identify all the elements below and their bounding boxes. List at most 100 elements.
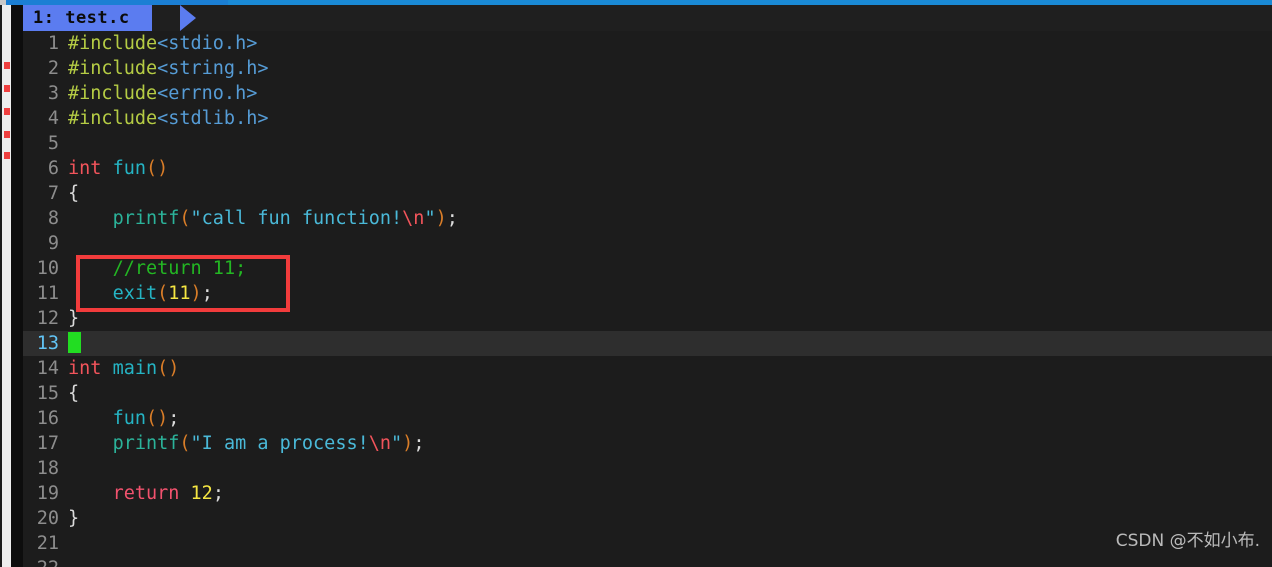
code-text: return 12; — [68, 483, 224, 504]
token: " — [424, 208, 436, 229]
line-number: 16 — [36, 408, 59, 429]
code-line-16[interactable]: 16 fun(); — [23, 406, 1272, 431]
line-number: 11 — [36, 283, 59, 304]
token: ; — [212, 483, 224, 504]
line-number: 20 — [36, 508, 59, 529]
change-marker[interactable] — [4, 108, 10, 115]
token: fun — [112, 158, 146, 179]
code-text: printf("I am a process!\n"); — [68, 433, 425, 454]
token: printf — [112, 433, 180, 454]
token: 12 — [190, 483, 213, 504]
token: ( — [179, 208, 191, 229]
code-text: } — [68, 308, 79, 329]
change-marker-strip[interactable] — [2, 5, 11, 567]
code-line-6[interactable]: 6 int fun() — [23, 156, 1272, 181]
code-line-2[interactable]: 2 #include<string.h> — [23, 56, 1272, 81]
code-text: { — [68, 383, 79, 404]
token: \n — [368, 433, 392, 454]
code-text: #include<string.h> — [68, 58, 269, 79]
code-line-18[interactable]: 18 — [23, 456, 1272, 481]
token: ) — [435, 208, 447, 229]
code-text: int main() — [68, 358, 179, 379]
code-line-10[interactable]: 10 //return 11; — [23, 256, 1272, 281]
token: fun — [112, 408, 146, 429]
token: ( — [157, 283, 169, 304]
code-text: } — [68, 508, 79, 529]
token: #include — [68, 108, 158, 129]
token: return — [112, 483, 180, 504]
tab-label: 1: test.c — [33, 8, 130, 28]
text-cursor — [68, 332, 81, 353]
code-text: #include<errno.h> — [68, 83, 257, 104]
token: ) — [402, 433, 414, 454]
code-line-22[interactable]: 22 — [23, 556, 1272, 567]
token: printf — [112, 208, 180, 229]
code-text: #include<stdlib.h> — [68, 108, 269, 129]
tab-arrow-shape — [180, 5, 196, 31]
line-number: 22 — [23, 556, 59, 567]
code-line-4[interactable]: 4 #include<stdlib.h> — [23, 106, 1272, 131]
code-line-17[interactable]: 17 printf("I am a process!\n"); — [23, 431, 1272, 456]
token: ; — [446, 208, 458, 229]
token: ; — [168, 408, 180, 429]
watermark: CSDN @不如小布. — [1115, 531, 1260, 551]
code-line-12[interactable]: 12} — [23, 306, 1272, 331]
code-line-15[interactable]: 15 { — [23, 381, 1272, 406]
line-number: 13 — [36, 333, 59, 354]
token: { — [68, 383, 80, 404]
token: #include — [68, 58, 158, 79]
code-line-13[interactable]: 13 — [23, 331, 1272, 356]
line-number: 10 — [36, 258, 59, 279]
token: "I am a process! — [190, 433, 369, 454]
token: exit — [112, 283, 158, 304]
code-text: exit(11); — [68, 283, 213, 304]
code-line-21[interactable]: 21 — [23, 531, 1272, 556]
code-text: fun(); — [68, 408, 180, 429]
token: } — [68, 508, 80, 529]
line-number: 21 — [36, 533, 59, 554]
code-editor[interactable]: 1 #include<stdio.h> 2 #include<string.h> 3 #i… — [23, 31, 1272, 567]
line-number: 17 — [36, 433, 59, 454]
change-marker[interactable] — [4, 62, 10, 69]
code-line-20[interactable]: 20} — [23, 506, 1272, 531]
line-number: 14 — [36, 358, 59, 379]
change-marker[interactable] — [4, 152, 10, 159]
code-text: { — [68, 183, 79, 204]
token: \n — [402, 208, 425, 229]
token: ) — [190, 283, 202, 304]
code-line-19[interactable]: 19 return 12; — [23, 481, 1272, 506]
tab-test-c[interactable]: 1: test.c — [23, 5, 152, 31]
line-number: 1 — [47, 33, 59, 54]
token: <stdio.h> — [157, 33, 258, 54]
line-number: 18 — [36, 458, 59, 479]
tab-bar: 1: test.c — [23, 5, 1272, 31]
code-text: #include<stdio.h> — [68, 33, 257, 54]
code-line-3[interactable]: 3 #include<errno.h> — [23, 81, 1272, 106]
code-line-5[interactable]: 5 — [23, 131, 1272, 156]
token: ( — [179, 433, 191, 454]
token: main — [112, 358, 158, 379]
line-number: 2 — [47, 58, 59, 79]
code-line-8[interactable]: 8 printf("call fun function!\n"); — [23, 206, 1272, 231]
code-text: //return 11; — [68, 258, 247, 279]
code-line-11[interactable]: 11 exit(11); — [23, 281, 1272, 306]
code-line-14[interactable]: 14 int main() — [23, 356, 1272, 381]
line-number: 9 — [47, 233, 59, 254]
line-number: 5 — [47, 133, 59, 154]
editor-window: 1: test.c 1 #include<stdio.h> 2 #include<st… — [0, 0, 1272, 567]
token: //return 11; — [112, 258, 247, 279]
code-line-7[interactable]: 7{ — [23, 181, 1272, 206]
change-marker[interactable] — [4, 85, 10, 92]
token: <string.h> — [157, 58, 269, 79]
code-line-9[interactable]: 9 — [23, 231, 1272, 256]
code-line-1[interactable]: 1 #include<stdio.h> — [23, 31, 1272, 56]
change-marker[interactable] — [4, 131, 10, 138]
token: } — [68, 308, 80, 329]
token: int — [68, 158, 102, 179]
